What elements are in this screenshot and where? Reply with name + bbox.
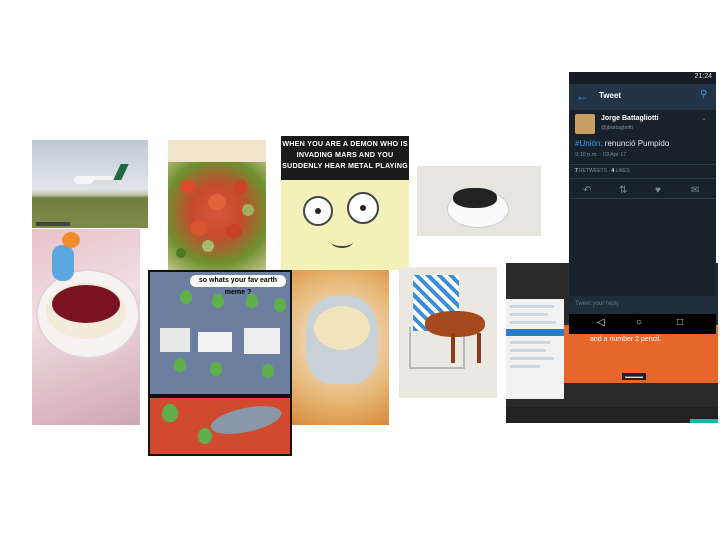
meme-caption: WHEN YOU ARE A DEMON WHO IS INVADING MAR… xyxy=(281,136,409,180)
reply-icon[interactable]: ↶ xyxy=(583,185,591,196)
photo-watermark xyxy=(36,222,70,226)
dog xyxy=(425,311,485,337)
reply-input[interactable]: Tweet your reply xyxy=(569,296,716,314)
tweet-body: renunció Pumpido xyxy=(602,139,670,148)
tweet-stats: 7 RETWEETS · 4 LIKES xyxy=(575,168,630,174)
nav-back-icon[interactable]: ◁ xyxy=(597,317,605,328)
divider xyxy=(569,198,716,199)
reply-placeholder: Tweet your reply xyxy=(575,301,620,307)
back-arrow-icon[interactable]: ← xyxy=(576,89,588,103)
chevron-down-icon[interactable]: ⌄ xyxy=(701,114,707,122)
avatar[interactable] xyxy=(575,114,595,134)
tweet-timestamp: 9:10 p.m. · 03 Apr 17 xyxy=(575,152,627,158)
app-bar: ← Tweet ⚲ xyxy=(569,84,716,110)
slide-text: and a number 2 pencil. xyxy=(590,336,662,343)
divider xyxy=(569,178,716,179)
nav-home-icon[interactable]: ○ xyxy=(636,317,642,328)
status-time: 21:24 xyxy=(694,73,712,80)
retweet-icon[interactable]: ⇅ xyxy=(619,185,627,196)
speech-bubble: so whats your fav earth meme ? xyxy=(190,275,286,296)
author-handle[interactable]: @jbattagliotti xyxy=(601,125,633,131)
retweets-label: RETWEETS · xyxy=(577,168,612,174)
tweet-phone-screenshot: 21:24 ← Tweet ⚲ Jorge Battagliotti @jbat… xyxy=(569,72,716,334)
like-icon[interactable]: ♥ xyxy=(655,185,661,196)
orange-fruit xyxy=(62,232,80,248)
comic-panel-top: so whats your fav earth meme ? xyxy=(150,272,290,394)
number-candle xyxy=(52,245,74,281)
alien-meme-comic: so whats your fav earth meme ? xyxy=(148,270,292,456)
dog xyxy=(453,188,497,208)
left-eye xyxy=(303,196,333,226)
taskbar xyxy=(506,407,718,423)
message-icon[interactable]: ✉ xyxy=(691,185,699,196)
dog-on-chair-photo xyxy=(399,267,497,398)
hashtag-link[interactable]: #Unión: xyxy=(575,139,603,148)
video-subtitle: ▬▬▬▬ xyxy=(622,373,646,380)
status-bar: 21:24 xyxy=(569,72,716,84)
app-bar-title: Tweet xyxy=(599,91,622,100)
dog-sleeping-photo xyxy=(417,166,541,236)
search-icon[interactable]: ⚲ xyxy=(700,89,707,100)
ufo xyxy=(208,400,284,440)
likes-label: LIKES xyxy=(614,168,630,174)
tweet-text: #Unión: renunció Pumpido xyxy=(575,139,669,148)
airplane-wing xyxy=(89,180,123,185)
salad-photo xyxy=(168,140,266,270)
demon-meme: WHEN YOU ARE A DEMON WHO IS INVADING MAR… xyxy=(281,136,409,270)
nav-recents-icon[interactable]: □ xyxy=(677,317,683,328)
berries-topping xyxy=(52,285,120,323)
divider xyxy=(569,164,716,165)
cake-photo xyxy=(32,229,140,425)
mouth xyxy=(331,236,353,248)
table-edge xyxy=(168,140,266,162)
author-name[interactable]: Jorge Battagliotti xyxy=(601,115,659,122)
side-panel xyxy=(506,299,564,399)
airplane-tail xyxy=(113,164,129,180)
comic-panel-bottom xyxy=(150,398,290,454)
coffee xyxy=(314,306,370,350)
right-eye xyxy=(347,192,379,224)
coffee-cup-photo xyxy=(292,270,389,425)
android-nav-bar: ◁ ○ □ xyxy=(569,314,716,334)
accent-strip xyxy=(690,419,718,423)
airplane-photo xyxy=(32,140,148,228)
